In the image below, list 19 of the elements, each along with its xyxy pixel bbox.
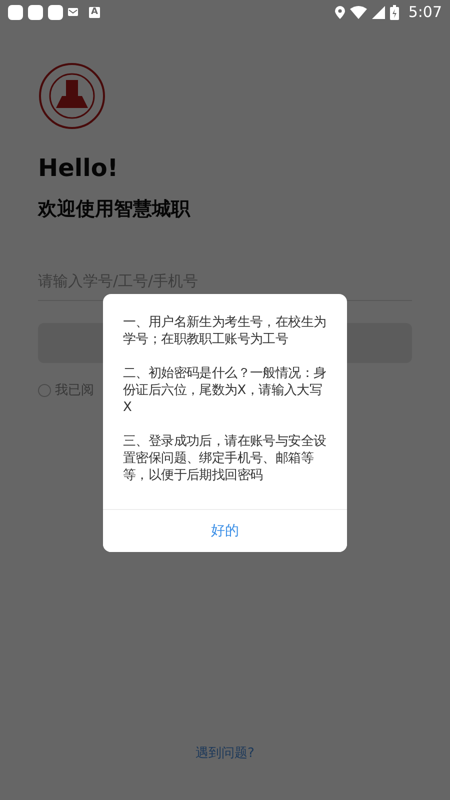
notice-paragraph: 三、登录成功后，请在账号与安全设置密保问题、绑定手机号、邮箱等等，以便于后期找回密码	[123, 433, 327, 484]
notice-paragraph: 二、初始密码是什么？一般情况：身份证后六位，尾数为X，请输入大写X	[123, 365, 327, 416]
agreement-radio[interactable]	[38, 384, 51, 396]
school-emblem-drawing	[38, 62, 106, 130]
ok-button[interactable]: 好的	[103, 509, 347, 552]
help-link[interactable]: 遇到问题?	[196, 744, 254, 762]
notice-paragraph: 一、用户名新生为考生号，在校生为学号；在职教职工账号为工号	[123, 314, 327, 348]
notification-letter: A	[89, 6, 100, 18]
wifi-icon	[350, 6, 368, 18]
battery-icon	[390, 4, 400, 20]
mail-icon	[68, 8, 78, 16]
signal-icon	[372, 6, 386, 18]
notification-icon	[48, 4, 63, 20]
location-icon	[335, 6, 346, 18]
greeting: Hello!	[38, 154, 120, 182]
notification-icon	[8, 4, 23, 20]
welcome-title: 欢迎使用智慧城职	[38, 197, 192, 222]
clock: 5:07	[408, 3, 442, 21]
notification-icon	[28, 4, 43, 20]
